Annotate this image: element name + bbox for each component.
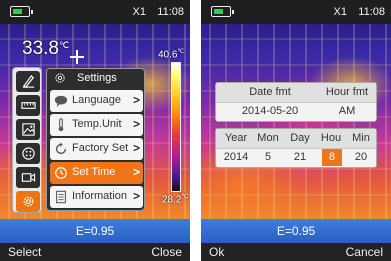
mode-icon-bar (12, 67, 42, 213)
gear-icon[interactable] (16, 191, 40, 212)
ok-softkey[interactable]: Ok (209, 245, 224, 259)
scale-min: 28.2℃ (162, 194, 189, 206)
close-softkey[interactable]: Close (151, 245, 182, 259)
palette-icon[interactable] (16, 143, 40, 164)
date-format-header: Date fmt (249, 86, 291, 98)
model-label: X1 (132, 6, 146, 18)
menu-item-set-time[interactable]: Set Time > (50, 162, 143, 184)
color-scale-bar (171, 62, 181, 192)
crosshair-icon (70, 50, 84, 64)
video-icon[interactable] (16, 167, 40, 188)
select-softkey[interactable]: Select (8, 245, 41, 259)
battery-icon (10, 6, 33, 17)
document-icon (56, 190, 66, 204)
chevron-right-icon: > (132, 93, 140, 107)
image-icon[interactable] (16, 119, 40, 140)
menu-item-temp-unit[interactable]: Temp.Unit > (50, 114, 143, 136)
ruler-icon[interactable] (16, 95, 40, 116)
hour-value-selected[interactable]: 8 (322, 149, 342, 166)
minute-header: Min (352, 132, 370, 144)
bottom-bar: E=0.95 Select Close (0, 219, 190, 261)
year-header: Year (224, 132, 248, 144)
menu-item-information[interactable]: Information > (50, 186, 143, 208)
cancel-softkey[interactable]: Cancel (346, 245, 383, 259)
clock-time: 11:08 (358, 6, 385, 18)
clock-time: 11:08 (157, 6, 184, 18)
reset-icon (55, 142, 67, 155)
chevron-right-icon: > (132, 165, 140, 179)
speech-bubble-icon (54, 95, 68, 108)
hour-format-value[interactable]: AM (320, 105, 374, 117)
set-time-screen: X1 11:08 Date fmt Hour fmt 2014-05-20 AM… (201, 0, 391, 261)
emissivity-display: E=0.95 (201, 219, 391, 243)
chevron-right-icon: > (132, 189, 140, 203)
settings-menu: Settings Language > Temp.Unit > Factory … (46, 68, 145, 211)
bottom-bar: E=0.95 Ok Cancel (201, 219, 391, 261)
date-format-value[interactable]: 2014-05-20 (226, 105, 314, 117)
gear-icon (55, 73, 65, 83)
softkey-bar: Ok Cancel (201, 243, 391, 261)
format-panel: Date fmt Hour fmt 2014-05-20 AM (215, 82, 377, 122)
pencil-ruler-icon[interactable] (16, 71, 40, 92)
chevron-right-icon: > (132, 141, 140, 155)
minute-value[interactable]: 20 (346, 151, 376, 163)
menu-title: Settings (47, 69, 144, 87)
menu-item-language[interactable]: Language > (50, 90, 143, 112)
settings-screen: X1 11:08 33.8℃ 40.6℃ 28.2℃ Settings Lang… (0, 0, 190, 261)
year-value[interactable]: 2014 (220, 151, 252, 163)
day-value[interactable]: 21 (284, 151, 316, 163)
softkey-bar: Select Close (0, 243, 190, 261)
status-bar: X1 11:08 (0, 0, 190, 24)
month-value[interactable]: 5 (252, 151, 284, 163)
scale-max: 40.6℃ (158, 49, 185, 61)
battery-icon (211, 6, 234, 17)
hour-format-header: Hour fmt (325, 86, 369, 98)
status-bar: X1 11:08 (201, 0, 391, 24)
hour-header: Hou (320, 132, 342, 144)
thermometer-icon (58, 118, 64, 132)
month-header: Mon (257, 132, 279, 144)
clock-icon (55, 167, 67, 179)
center-temperature: 33.8℃ (22, 38, 70, 59)
chevron-right-icon: > (132, 117, 140, 131)
emissivity-display: E=0.95 (0, 219, 190, 243)
day-header: Day (290, 132, 310, 144)
model-label: X1 (333, 6, 347, 18)
time-panel: Year Mon Day Hou Min 2014 5 21 8 20 (215, 128, 377, 168)
menu-item-factory-set[interactable]: Factory Set > (50, 138, 143, 160)
